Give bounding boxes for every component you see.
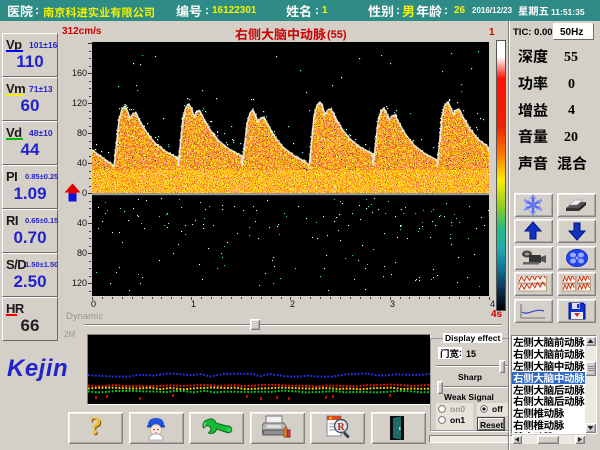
svg-text:R: R: [337, 422, 345, 433]
